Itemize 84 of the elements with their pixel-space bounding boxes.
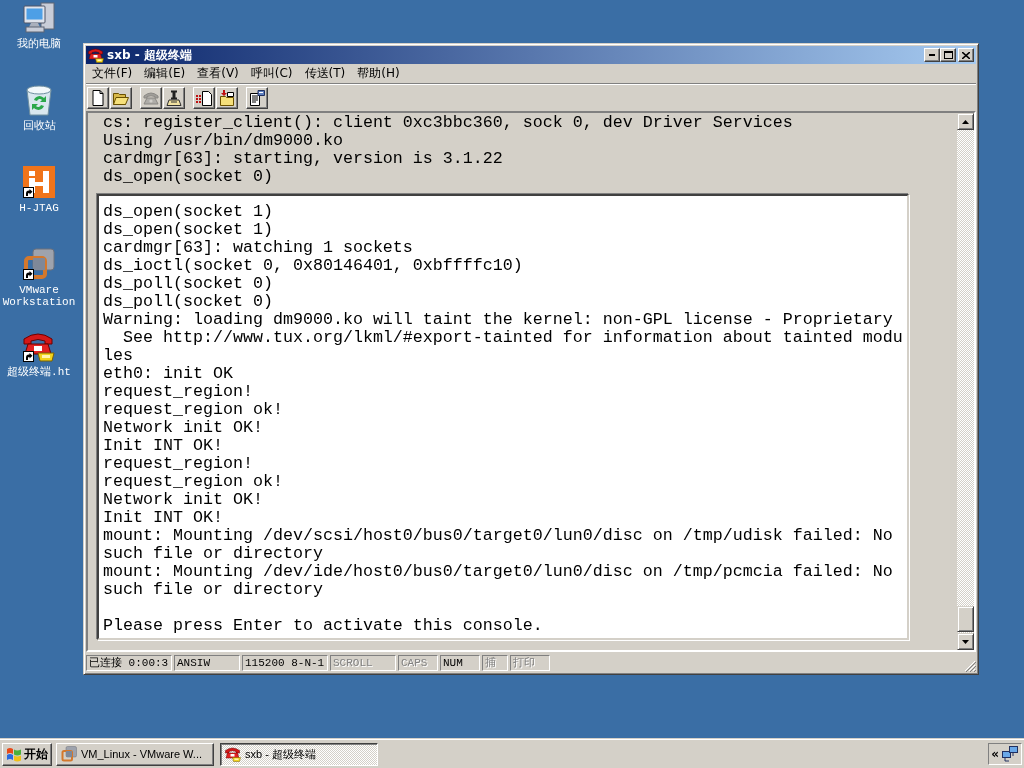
network-computers-icon[interactable] <box>1002 746 1018 762</box>
status-text: ANSIW <box>174 654 240 671</box>
console-line: such file or directory <box>103 581 323 599</box>
console-line: Warning: loading dm9000.ko will taint the kernel: non-GPL license - Proprietary <box>103 311 893 329</box>
minimize-button[interactable] <box>924 48 940 62</box>
maximize-button[interactable] <box>940 48 956 62</box>
console-line: ds_ioctl(socket 0, 0x80146401, 0xbffffc10) <box>103 257 523 275</box>
expand-tray-button[interactable]: « <box>991 747 999 761</box>
telephone-handset-icon <box>166 90 182 106</box>
status-text: 已连接 0:00:3 <box>86 654 172 671</box>
telephone-icon <box>88 47 104 63</box>
menu-item[interactable]: 文件(F) <box>86 65 139 82</box>
status-text: NUM <box>440 654 480 671</box>
console-line: mount: Mounting /dev/ide/host0/bus0/target0/lun0/disc on /tmp/pcmcia failed: No <box>103 563 893 581</box>
desktop-icon-label[interactable]: VMware Workstation <box>0 284 78 308</box>
telephone-icon <box>143 90 159 106</box>
task-button[interactable]: VM_Linux - VMware W... <box>56 742 214 766</box>
start-button[interactable]: 开始 <box>2 742 52 766</box>
terminal-line: cs: register_client(): client 0xc3bbc360, sock 0, dev Driver Services <box>102 114 793 132</box>
console-line: ds_open(socket 1) <box>103 221 273 239</box>
windows-flag-icon <box>6 746 22 762</box>
scrollbar[interactable] <box>957 113 974 650</box>
console-line: ds_open(socket 1) <box>103 203 273 221</box>
console-line: mount: Mounting /dev/scsi/host0/bus0/target0/lun0/disc on /tmp/udisk failed: No <box>103 527 893 545</box>
status-text: 捕 <box>482 654 508 671</box>
scroll-up-button[interactable] <box>957 113 974 130</box>
console-line: Network init OK! <box>103 419 263 437</box>
menu-item[interactable]: 传送(T) <box>298 65 352 82</box>
toolbar-button[interactable] <box>193 87 215 109</box>
console-line: ds_poll(socket 0) <box>103 275 273 293</box>
status-text: CAPS <box>398 654 438 671</box>
console-line: cardmgr[63]: watching 1 sockets <box>103 239 413 257</box>
desktop-icon-label[interactable]: 我的电脑 <box>0 38 78 50</box>
console-line: request_region ok! <box>103 473 283 491</box>
toolbar-button[interactable] <box>110 87 132 109</box>
terminal-line: cardmgr[63]: starting, version is 3.1.22 <box>102 150 503 168</box>
properties-icon <box>249 90 265 106</box>
close-icon <box>962 51 970 59</box>
down-arrow-icon <box>962 639 969 644</box>
console-line: such file or directory <box>103 545 323 563</box>
overlapping-squares-icon <box>61 746 77 762</box>
task-button[interactable]: sxb - 超级终端 <box>220 742 378 766</box>
scroll-down-button[interactable] <box>957 633 974 650</box>
console-line: See http://www.tux.org/lkml/#export-tainted for information about tainted modu <box>122 329 903 347</box>
desktop-icon-label[interactable]: 超级终端.ht <box>0 366 78 378</box>
console-prompt: Please press Enter to activate this console. <box>103 617 543 635</box>
window-title: sxb - 超级终端 <box>107 46 192 64</box>
computer-icon[interactable] <box>23 2 55 34</box>
resize-grip-icon[interactable] <box>964 660 976 672</box>
status-text: 115200 8-N-1 <box>242 654 328 671</box>
console-line: Init INT OK! <box>103 437 223 455</box>
up-arrow-icon <box>962 119 969 124</box>
console-line: les <box>103 347 133 365</box>
desktop-icon-label[interactable]: H-JTAG <box>0 202 78 214</box>
status-text: SCROLL <box>330 654 396 671</box>
console-line: request_region ok! <box>103 401 283 419</box>
console-line: request_region! <box>103 455 253 473</box>
maximize-icon <box>943 51 953 59</box>
toolbar-button[interactable] <box>163 87 185 109</box>
terminal-line: Using /usr/bin/dm9000.ko <box>102 132 343 150</box>
console-line: Init INT OK! <box>103 509 223 527</box>
console-line: ds_poll(socket 0) <box>103 293 273 311</box>
toolbar-button[interactable] <box>87 87 109 109</box>
scrollbar-thumb[interactable] <box>957 606 974 632</box>
minimize-icon <box>929 54 935 56</box>
menu-item[interactable]: 编辑(E) <box>138 65 192 82</box>
console-line: request_region! <box>103 383 253 401</box>
terminal-line: ds_open(socket 0) <box>102 168 273 186</box>
menu-item[interactable]: 查看(V) <box>191 65 245 82</box>
menu-item[interactable]: 呼叫(C) <box>244 65 299 82</box>
console-line: Network init OK! <box>103 491 263 509</box>
recycle-bin-icon[interactable] <box>23 84 55 116</box>
desktop-icon-label[interactable]: 回收站 <box>0 120 78 132</box>
blank-page-icon <box>90 90 106 106</box>
telephone-icon <box>225 746 241 762</box>
status-text: 打印 <box>510 654 550 671</box>
toolbar-button[interactable] <box>216 87 238 109</box>
console-line: eth0: init OK <box>103 365 233 383</box>
toolbar-button[interactable] <box>246 87 268 109</box>
close-button[interactable] <box>958 48 974 62</box>
page-with-dots-icon <box>196 90 212 106</box>
open-folder-icon <box>113 90 129 106</box>
menu-item[interactable]: 帮助(H) <box>351 65 406 82</box>
folder-with-arrow-icon <box>219 90 235 106</box>
